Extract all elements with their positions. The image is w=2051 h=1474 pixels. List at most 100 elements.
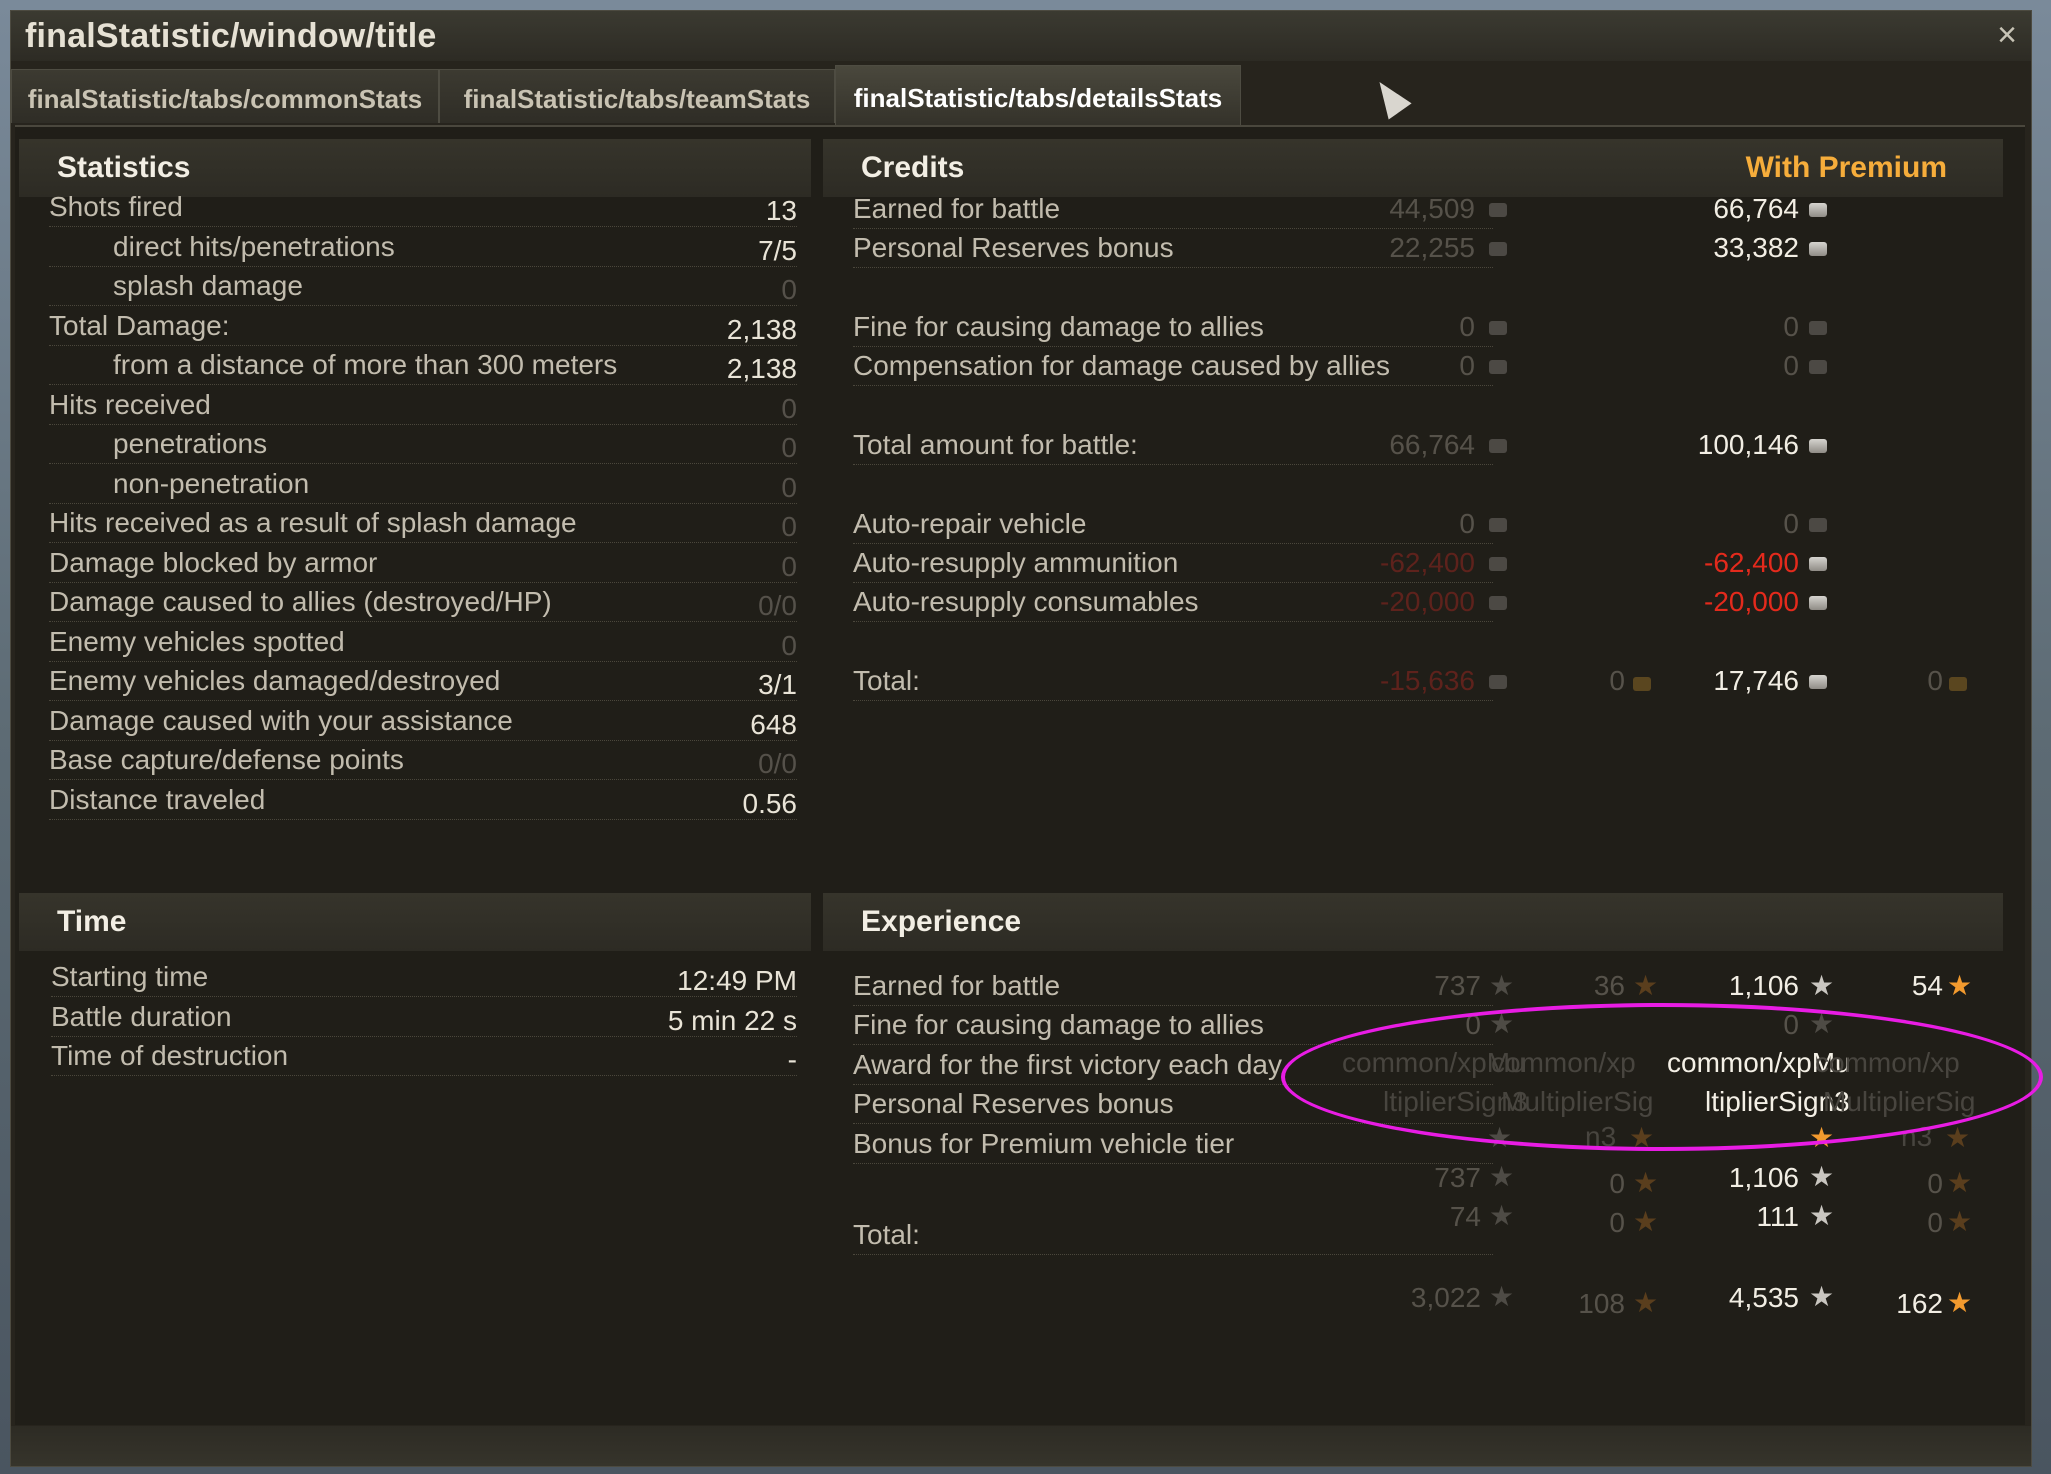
free-xp-star-icon: ★ [1947, 1167, 1973, 1198]
stat-label: non-penetration [113, 467, 310, 499]
gold-icon [1633, 677, 1651, 691]
time-label: Battle duration [51, 1000, 232, 1032]
stat-value: 2,138 [726, 313, 797, 345]
free-xp-star-icon: ★ [1809, 1122, 1835, 1153]
credits-icon [1809, 439, 1827, 453]
star-icon: ★ [1487, 1122, 1513, 1153]
time-title: Time [57, 905, 127, 938]
credit-label: Fine for causing damage to allies [853, 311, 1264, 342]
experience-label: Bonus for Premium vehicle tier [853, 1128, 1235, 1159]
stat-row: Total Damage: 2,138 [49, 306, 797, 346]
free-xp-reserves-base: 0 [1609, 1168, 1625, 1199]
credit-label: Auto-resupply ammunition [853, 547, 1179, 578]
stat-label: from a distance of more than 300 meters [113, 349, 618, 380]
free-xp-earned-premium: 54 [1911, 970, 1943, 1001]
stat-value: 0 [781, 550, 797, 582]
credits-icon [1489, 439, 1507, 453]
xp-placeholder-text: common/xp [1815, 1047, 1960, 1078]
gold-icon [1949, 677, 1967, 691]
credit-premium-value: 0 [1783, 508, 1799, 539]
free-xp-star-icon: ★ [1633, 1167, 1659, 1198]
stat-row: Damage blocked by armor 0 [49, 543, 797, 583]
time-row: Battle duration 5 min 22 s [51, 997, 797, 1037]
xp-tier-premium: 111 [1756, 1201, 1799, 1232]
star-icon: ★ [1489, 1281, 1515, 1312]
credits-icon [1489, 242, 1507, 256]
free-xp-star-icon: ★ [1633, 1206, 1659, 1237]
stat-label: splash damage [113, 270, 303, 301]
free-xp-reserves-premium: 0 [1927, 1168, 1943, 1199]
statistics-title: Statistics [57, 151, 191, 184]
stat-value: 0/0 [758, 748, 797, 779]
stat-value: 0/0 [758, 590, 797, 621]
tab-details-stats[interactable]: finalStatistic/tabs/detailsStats [835, 65, 1241, 125]
star-icon: ★ [1489, 970, 1515, 1001]
star-icon: ★ [1809, 1281, 1835, 1312]
stat-row: Enemy vehicles spotted 0 [49, 622, 797, 662]
credits-icon [1489, 321, 1507, 335]
tab-team-stats[interactable]: finalStatistic/tabs/teamStats [439, 69, 835, 123]
experience-label: Award for the first victory each day [853, 1049, 1282, 1080]
credits-icon [1809, 203, 1827, 217]
xp-fine-premium: 0 [1783, 1009, 1799, 1040]
stat-row: Damage caused with your assistance 648 [49, 701, 797, 741]
title-bar: finalStatistic/window/title × [11, 11, 2031, 61]
stat-label: Hits received as a result of splash dama… [49, 507, 577, 538]
credits-icon [1809, 518, 1827, 532]
credits-icon [1809, 321, 1827, 335]
free-xp-star-icon: ★ [1629, 1122, 1655, 1153]
free-xp-star-icon: ★ [1945, 1122, 1971, 1153]
xp-fine-base: 0 [1465, 1009, 1481, 1040]
free-xp-earned-base: 36 [1593, 970, 1625, 1001]
credit-base-value: 0 [1459, 350, 1475, 381]
free-xp-tier-base: 0 [1609, 1207, 1625, 1238]
xp-reserves-premium: 1,106 [1728, 1162, 1799, 1193]
stat-row: from a distance of more than 300 meters 2… [49, 345, 797, 385]
stat-value: 648 [750, 708, 797, 740]
stat-row: Shots fired 13 [49, 187, 797, 227]
credits-icon [1809, 596, 1827, 610]
stat-row: Distance traveled 0.56 [49, 780, 797, 820]
credits-title: Credits [861, 151, 965, 184]
credit-label: Earned for battle [853, 193, 1061, 224]
stat-label: direct hits/penetrations [113, 230, 395, 262]
free-xp-star-icon: ★ [1947, 1206, 1973, 1237]
credit-premium-value: 33,382 [1713, 232, 1799, 263]
credits-icon [1809, 360, 1827, 374]
stat-row: Hits received 0 [49, 385, 797, 425]
experience-label: Personal Reserves bonus [853, 1088, 1174, 1119]
credit-base-value: -20,000 [1380, 586, 1475, 617]
credit-base-value: 0 [1459, 311, 1475, 342]
credit-base-value: 66,764 [1389, 429, 1475, 460]
stat-row: Hits received as a result of splash dama… [49, 503, 797, 543]
stat-value: 0 [781, 471, 797, 503]
stat-label: Base capture/defense points [49, 744, 404, 775]
stat-value: 0.56 [742, 787, 798, 819]
close-icon[interactable]: × [1997, 17, 2017, 53]
free-xp-star-icon: ★ [1947, 1287, 1973, 1318]
experience-title: Experience [861, 905, 1022, 938]
battle-results-window: finalStatistic/window/title × finalStati… [10, 10, 2032, 1467]
star-icon: ★ [1489, 1008, 1515, 1039]
credit-label: Compensation for damage caused by allies [853, 350, 1390, 381]
stat-label: Enemy vehicles spotted [49, 625, 345, 657]
stat-value: 13 [765, 195, 797, 226]
credit-label: Auto-repair vehicle [853, 508, 1087, 539]
time-label: Time of destruction [51, 1040, 289, 1071]
stat-label: Damage blocked by armor [49, 546, 378, 578]
stat-value: 7/5 [758, 234, 797, 266]
experience-label: Earned for battle [853, 970, 1061, 1001]
stat-value: 3/1 [758, 669, 797, 700]
free-xp-star-icon: ★ [1947, 970, 1973, 1001]
stat-value: 0 [781, 274, 797, 305]
credit-base-value: 0 [1459, 508, 1475, 539]
credits-icon [1489, 596, 1507, 610]
star-icon: ★ [1809, 1200, 1835, 1231]
stat-row: penetrations 0 [49, 424, 797, 464]
tab-common-stats[interactable]: finalStatistic/tabs/commonStats [11, 69, 439, 123]
stat-row: splash damage 0 [49, 266, 797, 306]
credit-label: Auto-resupply consumables [853, 586, 1199, 617]
free-xp-star-icon: ★ [1633, 970, 1659, 1001]
credits-icon [1489, 557, 1507, 571]
stat-row: Enemy vehicles damaged/destroyed 3/1 [49, 661, 797, 701]
